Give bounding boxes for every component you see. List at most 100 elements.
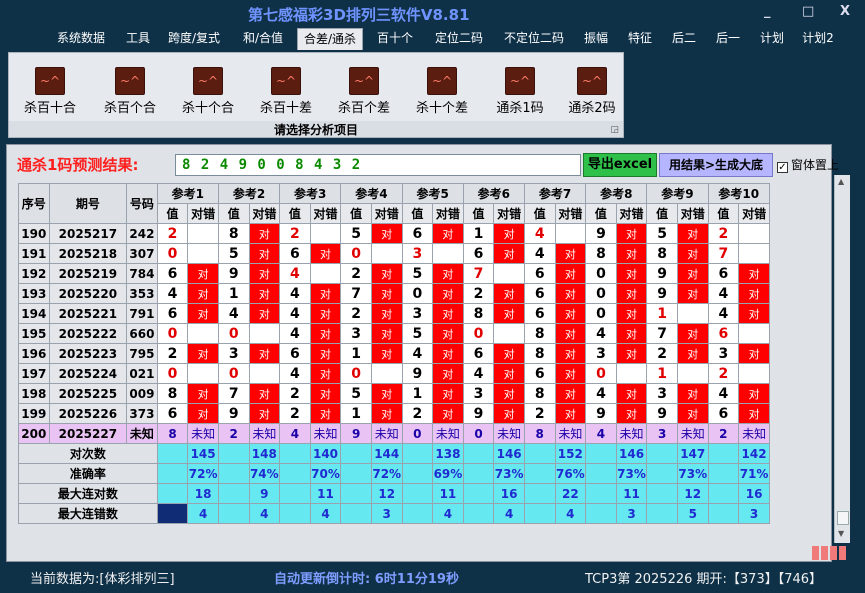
ribbon-button-5[interactable]: ~^ 杀十个差 — [407, 67, 477, 116]
cell-result: 对 — [309, 323, 342, 344]
table-row[interactable]: 196 2025223 795 2 对 3 对 6 对 1 对 4 对 6 对 8 对 3 对 2 对 3 对 — [18, 343, 770, 364]
maximize-icon[interactable]: □ — [802, 4, 814, 19]
cell-value: 7 — [217, 383, 250, 404]
stats-value: 70% — [309, 463, 342, 484]
table-row[interactable]: 195 2025222 660 0 0 4 对 3 对 5 对 0 8 对 4 对 7 对 6 — [18, 323, 770, 344]
col-header-val: 值 — [523, 203, 556, 224]
menu-item-6[interactable]: 定位二码 — [428, 28, 490, 50]
export-excel-button[interactable]: 导出excel — [583, 153, 657, 177]
cell-result — [187, 323, 219, 344]
stats-value: 140 — [309, 443, 342, 464]
menu-item-13[interactable]: 计划2 — [796, 28, 840, 50]
dialog-launcher-icon[interactable]: ◲ — [610, 125, 619, 135]
stats-value: 4 — [187, 503, 219, 524]
cell-value: 8 — [523, 383, 556, 404]
menu-item-7[interactable]: 不定位二码 — [494, 28, 574, 50]
checkbox-check-icon[interactable]: ✓ — [777, 162, 788, 173]
stats-spacer — [523, 443, 556, 464]
cell-value: 1 — [646, 303, 678, 324]
cell-value: 4 — [462, 363, 495, 384]
stats-value: 22 — [554, 483, 587, 504]
generate-base-button[interactable]: 用结果>生成大底 — [659, 153, 773, 177]
menu-item-3[interactable]: 和/合值 — [236, 28, 290, 50]
cell-result: 未知 — [493, 423, 525, 444]
cell-value: 7 — [462, 263, 495, 284]
table-row[interactable]: 194 2025221 791 6 对 4 对 4 对 2 对 3 对 8 对 6 对 0 对 1 4 对 — [18, 303, 770, 324]
stats-row: 准确率 72% 74% 70% 72% 69% 73% 76% 73% 73% 71% — [18, 463, 770, 484]
cell-period: 2025227 — [48, 423, 128, 444]
cell-code: 009 — [126, 383, 158, 404]
col-header-val: 值 — [279, 203, 311, 224]
cell-result: 对 — [309, 343, 342, 364]
table-row[interactable]: 197 2025224 021 0 0 4 对 0 9 对 4 对 6 对 0 1 2 — [18, 363, 770, 384]
analysis-panel: 通杀1码预测结果: 8 2 4 9 0 0 8 4 3 2 导出excel 用结… — [6, 144, 839, 562]
cell-result: 对 — [248, 263, 281, 284]
stats-value: 4 — [554, 503, 587, 524]
cell-result: 对 — [615, 323, 648, 344]
menu-item-12[interactable]: 计划 — [752, 28, 792, 50]
col-header-val: 值 — [646, 203, 678, 224]
stats-value: 3 — [738, 503, 770, 524]
cell-value: 0 — [156, 243, 189, 264]
table-row[interactable]: 190 2025217 242 2 8 对 2 5 对 6 对 1 对 4 9 对 5 对 2 — [18, 223, 770, 244]
cell-value: 6 — [523, 263, 556, 284]
ribbon-button-1[interactable]: ~^ 杀百个合 — [95, 67, 165, 116]
scrollbar-thumb[interactable] — [837, 511, 849, 525]
stats-value: 11 — [615, 483, 648, 504]
stats-value: 72% — [370, 463, 403, 484]
cell-period: 2025221 — [48, 303, 128, 324]
stats-spacer — [462, 463, 495, 484]
table-row[interactable]: 192 2025219 784 6 对 9 对 4 2 对 5 对 7 6 对 0 对 9 对 6 对 — [18, 263, 770, 284]
stats-value: 144 — [370, 443, 403, 464]
scroll-up-icon[interactable]: ▲ — [838, 177, 844, 186]
cell-value: 3 — [462, 383, 495, 404]
ribbon-button-7[interactable]: ~^ 通杀2码 — [557, 67, 627, 116]
cell-result: 对 — [615, 383, 648, 404]
menu-item-8[interactable]: 振幅 — [576, 28, 616, 50]
menu-item-10[interactable]: 后二 — [664, 28, 704, 50]
menu-item-0[interactable]: 系统数据 — [50, 28, 112, 50]
cell-code: 795 — [126, 343, 158, 364]
ribbon-button-3[interactable]: ~^ 杀百十差 — [251, 67, 321, 116]
menu-item-5[interactable]: 百十个 — [372, 28, 418, 50]
close-icon[interactable]: X — [840, 4, 850, 19]
prediction-result-field[interactable]: 8 2 4 9 0 0 8 4 3 2 — [175, 154, 581, 176]
stats-spacer — [340, 463, 372, 484]
menu-item-9[interactable]: 特征 — [620, 28, 660, 50]
menu-item-11[interactable]: 后一 — [708, 28, 748, 50]
table-row[interactable]: 199 2025226 373 6 对 9 对 2 对 1 对 2 对 9 对 2 对 9 对 9 对 6 对 — [18, 403, 770, 424]
cell-result — [309, 223, 342, 244]
ribbon-button-2[interactable]: ~^ 杀十个合 — [173, 67, 243, 116]
table-row[interactable]: 200 2025227 未知 8 未知 2 未知 4 未知 9 未知 0 未知 0 未知 8 未知 4 未知 3 未知 2… — [18, 423, 770, 444]
cell-result: 对 — [493, 403, 525, 424]
always-on-top-checkbox[interactable]: ✓ 窗体置上 — [777, 156, 839, 173]
stats-spacer — [646, 503, 678, 524]
menu-item-2[interactable]: 跨度/复式 — [162, 28, 226, 50]
ribbon-button-0[interactable]: ~^ 杀百十合 — [15, 67, 85, 116]
cell-value: 0 — [401, 423, 434, 444]
cell-value: 1 — [340, 343, 372, 364]
stats-value: 138 — [432, 443, 464, 464]
stats-value: 4 — [432, 503, 464, 524]
cell-value: 7 — [646, 323, 678, 344]
cell-value: 0 — [462, 323, 495, 344]
ribbon-button-4[interactable]: ~^ 杀百个差 — [329, 67, 399, 116]
col-header-val: 值 — [340, 203, 372, 224]
scroll-down-icon[interactable]: ▼ — [838, 529, 844, 538]
cell-result: 未知 — [187, 423, 219, 444]
menu-item-4[interactable]: 合差/通杀 — [297, 28, 363, 50]
chart-line-icon: ~^ — [577, 67, 607, 95]
cell-result: 对 — [738, 283, 770, 304]
vertical-scrollbar[interactable]: ▲ ▼ — [834, 175, 850, 543]
menu-item-1[interactable]: 工具 — [118, 28, 158, 50]
ribbon-button-6[interactable]: ~^ 通杀1码 — [485, 67, 555, 116]
minimize-icon[interactable]: _ — [764, 4, 771, 19]
table-row[interactable]: 198 2025225 009 8 对 7 对 2 对 5 对 1 对 3 对 8 对 4 对 3 对 4 对 — [18, 383, 770, 404]
cell-result — [493, 323, 525, 344]
table-row[interactable]: 193 2025220 353 4 对 1 对 4 对 7 对 0 对 2 对 6 对 0 对 9 对 4 对 — [18, 283, 770, 304]
stats-value: 18 — [187, 483, 219, 504]
stats-value: 4 — [493, 503, 525, 524]
cell-result: 对 — [554, 243, 587, 264]
table-row[interactable]: 191 2025218 307 0 5 对 6 对 0 3 6 对 4 对 8 对 8 对 7 — [18, 243, 770, 264]
col-header-mark: 对错 — [309, 203, 342, 224]
